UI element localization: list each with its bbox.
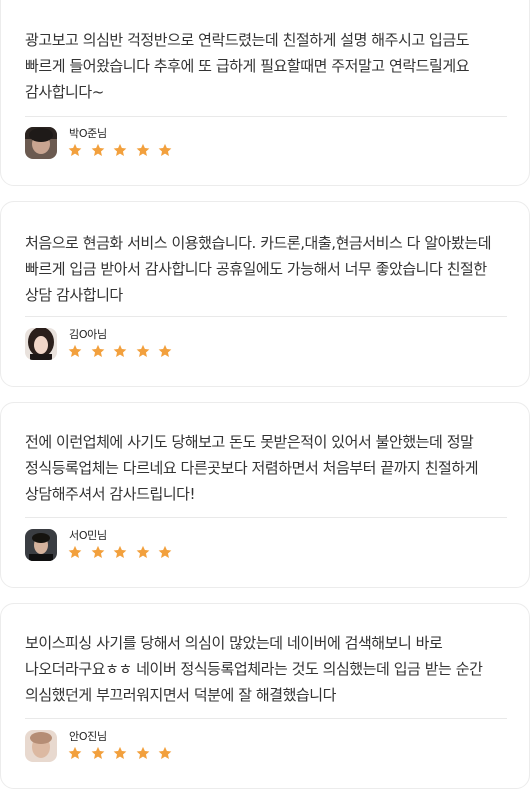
review-card: 보이스피싱 사기를 당해서 의심이 많았는데 네이버에 검색해보니 바로 나오더… [0,603,530,789]
review-card: 광고보고 의심반 걱정반으로 연락드렸는데 친절하게 설명 해주시고 입금도 빠… [0,0,530,186]
star-icon [136,746,150,760]
review-text: 처음으로 현금화 서비스 이용했습니다. 카드론,대출,현금서비스 다 알아봤는… [25,234,492,304]
star-rating [68,745,176,759]
divider [25,116,507,117]
divider [25,718,507,719]
star-icon [158,344,172,358]
star-icon [91,143,105,157]
star-icon [68,746,82,760]
star-icon [136,344,150,358]
review-text: 광고보고 의심반 걱정반으로 연락드렸는데 친절하게 설명 해주시고 입금도 빠… [25,31,470,101]
divider [25,316,507,317]
author-name: 서O민님 [69,529,107,542]
star-icon [113,545,127,559]
author-name: 김O아님 [69,328,107,341]
review-text: 전에 이런업체에 사기도 당해보고 돈도 못받은적이 있어서 불안했는데 정말 … [25,433,479,503]
divider [25,517,507,518]
review-list: 광고보고 의심반 걱정반으로 연락드렸는데 친절하게 설명 해주시고 입금도 빠… [0,0,530,790]
star-rating [68,544,176,558]
star-icon [158,143,172,157]
review-author: 서O민님 [25,529,325,561]
review-author: 박O준님 [25,127,325,159]
star-icon [91,344,105,358]
review-text: 보이스피싱 사기를 당해서 의심이 많았는데 네이버에 검색해보니 바로 나오더… [25,634,483,704]
avatar [25,730,57,762]
review-card: 전에 이런업체에 사기도 당해보고 돈도 못받은적이 있어서 불안했는데 정말 … [0,402,530,588]
star-icon [91,545,105,559]
star-icon [68,545,82,559]
avatar [25,127,57,159]
avatar [25,529,57,561]
star-icon [68,344,82,358]
star-icon [91,746,105,760]
star-icon [136,545,150,559]
avatar [25,328,57,360]
star-icon [158,746,172,760]
review-card: 처음으로 현금화 서비스 이용했습니다. 카드론,대출,현금서비스 다 알아봤는… [0,201,530,387]
review-author: 안O진님 [25,730,325,762]
star-icon [136,143,150,157]
star-icon [158,545,172,559]
review-author: 김O아님 [25,328,325,360]
author-name: 박O준님 [69,127,107,140]
star-icon [68,143,82,157]
star-icon [113,143,127,157]
star-icon [113,746,127,760]
star-rating [68,142,176,156]
star-icon [113,344,127,358]
author-name: 안O진님 [69,730,107,743]
star-rating [68,343,176,357]
